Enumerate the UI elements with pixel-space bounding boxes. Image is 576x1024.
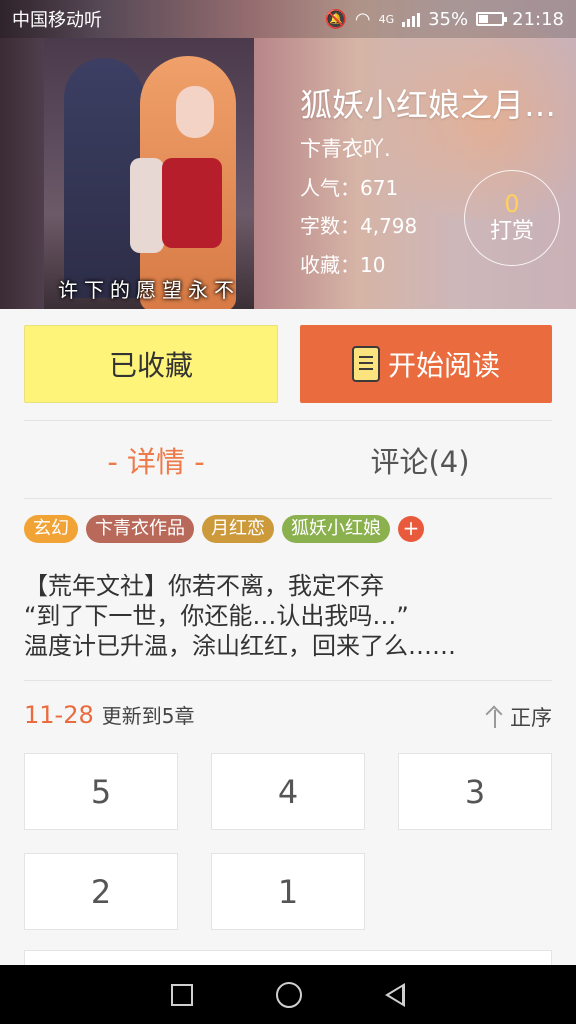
favorites-stat: 收藏：10 [300,253,386,277]
divider [24,680,552,681]
status-bar: 中国移动听 🔕 ◠ 4G 35% 21:18 [0,0,576,38]
home-icon[interactable] [275,981,302,1008]
popularity-stat: 人气：671 [300,176,399,200]
tab-detail[interactable]: - 详情 - [24,438,288,486]
recent-apps-icon[interactable] [171,983,194,1006]
battery-icon [476,12,508,26]
start-reading-button[interactable]: 开始阅读 [300,325,552,403]
update-date: 11-28 [24,701,94,729]
tag-item[interactable]: 玄幻 [24,515,78,543]
chapter-number: 2 [90,872,112,911]
divider [24,420,552,421]
battery-percent: 35% [428,8,469,30]
add-tag-button[interactable]: + [398,516,424,542]
book-author[interactable]: 卞青衣吖. [300,133,391,163]
update-text: 更新到5章 [101,704,195,728]
word-count-stat: 字数：4,798 [300,214,418,238]
cover-caption: 许下的愿望永不 [58,278,240,302]
favorited-button[interactable]: 已收藏 [24,325,278,403]
tag-item[interactable]: 狐妖小红娘 [282,515,390,543]
sort-order-label: 正序 [510,706,552,730]
chapter-button[interactable]: 2 [24,853,178,930]
carrier-label: 中国移动听 [12,10,102,31]
chapter-button[interactable]: 5 [24,753,178,830]
start-reading-label: 开始阅读 [387,349,500,382]
description-line: 温度计已升温，涂山红红，回来了么…… [24,632,456,660]
book-cover[interactable]: 许下的愿望永不 [44,38,254,309]
chapter-number: 3 [464,772,486,811]
book-title: 狐妖小红娘之月… [300,86,557,124]
chapter-number: 5 [90,772,112,811]
tag-item[interactable]: 卞青衣作品 [86,515,194,543]
description-line: 【荒年文社】你若不离，我定不弃 [24,572,384,600]
reward-count: 0 [504,190,520,218]
reward-label: 打赏 [489,219,534,244]
chapter-button[interactable]: 4 [211,753,365,830]
book-header: 中国移动听 🔕 ◠ 4G 35% 21:18 许下的愿望永不 狐妖小红娘之月… … [0,0,576,309]
chapter-number: 4 [277,772,299,811]
chapter-button[interactable]: 3 [398,753,552,830]
book-description: 【荒年文社】你若不离，我定不弃 “到了下一世，你还能…认出我吗…” 温度计已升温… [24,571,554,661]
list-item [24,950,552,965]
clock: 21:18 [512,8,564,30]
reward-button[interactable]: 0 打赏 [464,170,560,266]
mute-icon: 🔕 [324,8,347,30]
wifi-icon: ◠ [354,8,371,30]
chapter-button[interactable]: 1 [211,853,365,930]
description-line: “到了下一世，你还能…认出我吗…” [24,602,409,630]
tag-list: 玄幻 卞青衣作品 月红恋 狐妖小红娘 + [24,515,424,543]
back-icon[interactable] [384,982,405,1007]
sort-order-button[interactable]: 正序 [486,702,552,732]
book-icon [351,346,380,382]
divider [24,498,552,499]
network-type: 4G [378,12,395,26]
signal-icon [402,11,421,27]
tab-comments[interactable]: 评论(4) [288,438,552,486]
favorited-label: 已收藏 [108,349,193,382]
update-info: 11-28 更新到5章 [24,700,194,729]
tag-item[interactable]: 月红恋 [202,515,274,543]
chapter-number: 1 [277,872,299,911]
system-nav-bar [0,965,576,1024]
arrow-up-icon [486,706,504,728]
